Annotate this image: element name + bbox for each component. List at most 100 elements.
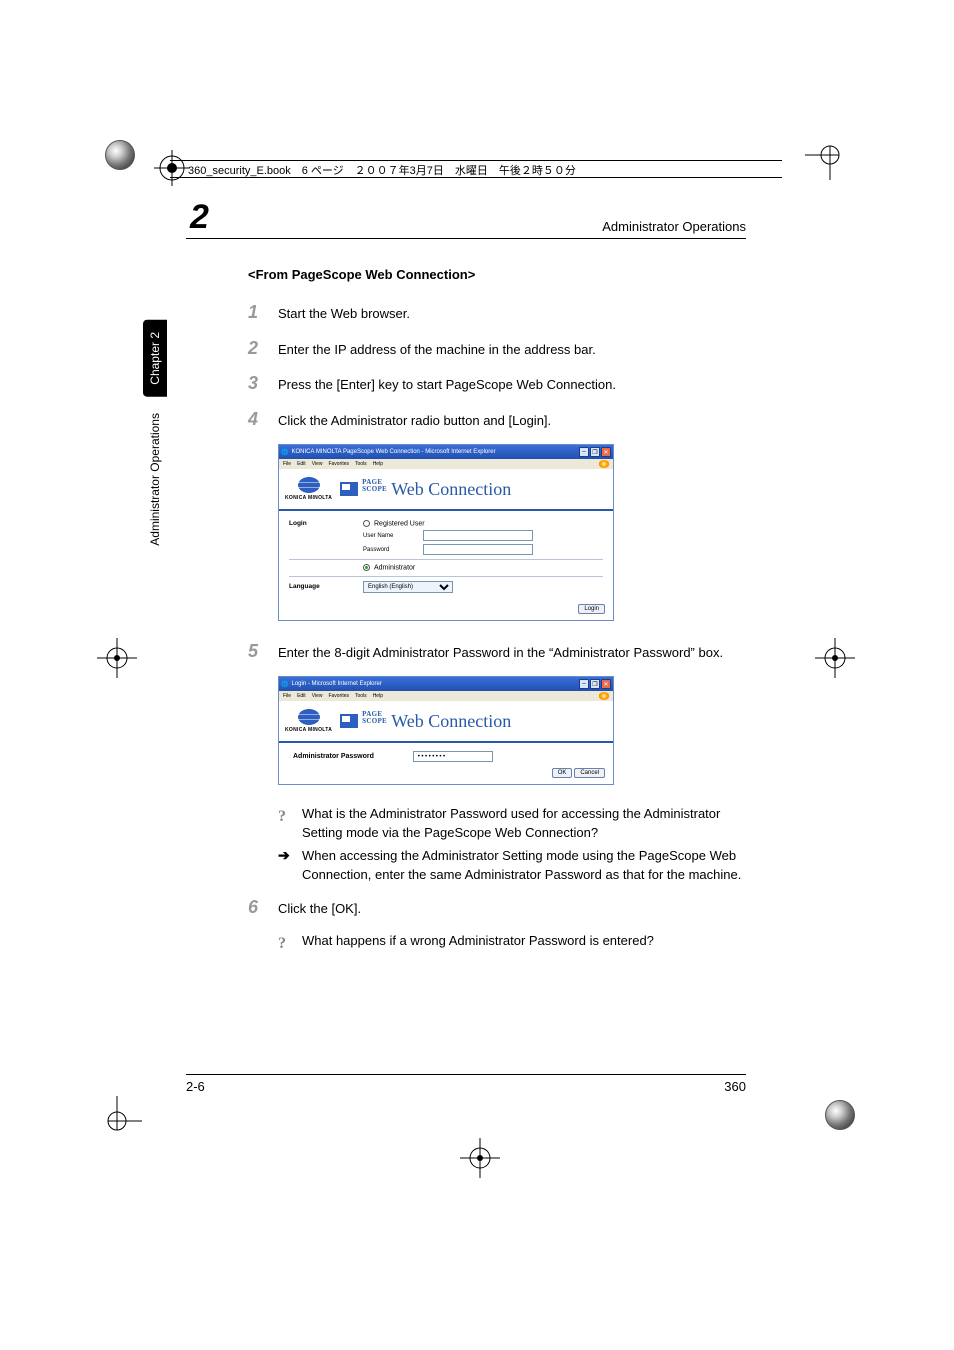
konica-minolta-name: KONICA MINOLTA: [285, 727, 332, 733]
menu-file[interactable]: File: [283, 693, 291, 699]
login-label: Login: [289, 520, 363, 527]
model-number: 360: [724, 1079, 746, 1094]
side-column: Chapter 2 Administrator Operations: [140, 320, 170, 780]
ie-throbber-icon: [599, 692, 609, 700]
step-row: 6 Click the [OK].: [248, 897, 746, 919]
minimize-button[interactable]: –: [579, 447, 589, 457]
chapter-number: 2: [186, 200, 209, 234]
step-text: Enter the 8-digit Administrator Password…: [278, 643, 723, 663]
page-footer: 2-6 360: [186, 1074, 746, 1094]
menu-help[interactable]: Help: [373, 461, 383, 467]
administrator-radio[interactable]: [363, 564, 370, 571]
menu-tools[interactable]: Tools: [355, 461, 367, 467]
pagescope-icon: [340, 714, 358, 728]
maximize-button[interactable]: ❐: [590, 679, 600, 689]
menu-edit[interactable]: Edit: [297, 693, 306, 699]
note-question: ? What happens if a wrong Administrator …: [278, 932, 746, 955]
corner-ball-icon: [105, 140, 135, 170]
section-heading: <From PageScope Web Connection>: [248, 267, 746, 282]
arrow-right-icon: ➔: [278, 847, 294, 885]
ok-button[interactable]: OK: [552, 768, 573, 778]
administrator-label: Administrator: [374, 565, 415, 572]
screenshot-admin-password: 🌐Login - Microsoft Internet Explorer – ❐…: [278, 676, 746, 785]
side-title: Administrator Operations: [148, 413, 162, 546]
username-label: User Name: [363, 533, 423, 539]
maximize-button[interactable]: ❐: [590, 447, 600, 457]
login-button[interactable]: Login: [578, 604, 605, 614]
note-question: ? What is the Administrator Password use…: [278, 805, 746, 843]
running-head: 2 Administrator Operations: [186, 200, 746, 239]
step-text: Start the Web browser.: [278, 304, 410, 324]
step-row: 4 Click the Administrator radio button a…: [248, 409, 746, 431]
registered-user-radio[interactable]: [363, 520, 370, 527]
step-number: 2: [248, 338, 278, 359]
corner-ball-icon: [825, 1100, 855, 1130]
window-titlebar: 🌐KONICA MINOLTA PageScope Web Connection…: [279, 445, 613, 459]
screenshot-login: 🌐KONICA MINOLTA PageScope Web Connection…: [278, 444, 746, 621]
registration-mark-icon: [97, 638, 137, 678]
header-target-icon: [154, 150, 190, 191]
step-text: Click the [OK].: [278, 899, 361, 919]
window-title-text: KONICA MINOLTA PageScope Web Connection …: [291, 449, 495, 455]
minimize-button[interactable]: –: [579, 679, 589, 689]
pagescope-title: PAGESCOPE Web Connection: [362, 479, 511, 500]
chapter-tab: Chapter 2: [143, 320, 167, 397]
menu-edit[interactable]: Edit: [297, 461, 306, 467]
ie-menubar[interactable]: File Edit View Favorites Tools Help: [279, 459, 613, 469]
cancel-button[interactable]: Cancel: [574, 768, 605, 778]
menu-favorites[interactable]: Favorites: [328, 461, 349, 467]
step-number: 4: [248, 409, 278, 430]
close-button[interactable]: ✕: [601, 447, 611, 457]
step-text: Click the Administrator radio button and…: [278, 411, 551, 431]
menu-favorites[interactable]: Favorites: [328, 693, 349, 699]
language-select[interactable]: English (English): [363, 581, 453, 593]
password-input[interactable]: [423, 544, 533, 555]
konica-minolta-name: KONICA MINOLTA: [285, 495, 332, 501]
registered-user-label: Registered User: [374, 520, 425, 527]
close-button[interactable]: ✕: [601, 679, 611, 689]
step-number: 6: [248, 897, 278, 918]
konica-minolta-logo-icon: [298, 477, 320, 493]
note-text: When accessing the Administrator Setting…: [302, 847, 746, 885]
admin-password-label: Administrator Password: [293, 753, 413, 760]
pagescope-banner: KONICA MINOLTA PAGESCOPE Web Connection: [279, 469, 613, 511]
password-label: Password: [363, 547, 423, 553]
note-text: What is the Administrator Password used …: [302, 805, 746, 843]
step-text: Enter the IP address of the machine in t…: [278, 340, 596, 360]
menu-view[interactable]: View: [312, 693, 323, 699]
konica-minolta-logo-icon: [298, 709, 320, 725]
username-input[interactable]: [423, 530, 533, 541]
note-answer: ➔ When accessing the Administrator Setti…: [278, 847, 746, 885]
menu-help[interactable]: Help: [373, 693, 383, 699]
pagescope-title: PAGESCOPE Web Connection: [362, 711, 511, 732]
step-number: 1: [248, 302, 278, 323]
step-row: 2 Enter the IP address of the machine in…: [248, 338, 746, 360]
question-mark-icon: ?: [278, 805, 294, 843]
menu-file[interactable]: File: [283, 461, 291, 467]
pagescope-icon: [340, 482, 358, 496]
ie-throbber-icon: [599, 460, 609, 468]
admin-password-input[interactable]: [413, 751, 493, 762]
step-row: 5 Enter the 8-digit Administrator Passwo…: [248, 641, 746, 663]
question-mark-icon: ?: [278, 932, 294, 955]
running-head-title: Administrator Operations: [602, 219, 746, 234]
menu-tools[interactable]: Tools: [355, 693, 367, 699]
note-text: What happens if a wrong Administrator Pa…: [302, 932, 654, 955]
crop-mark-icon: [92, 1096, 142, 1146]
window-titlebar: 🌐Login - Microsoft Internet Explorer – ❐…: [279, 677, 613, 691]
ie-icon: 🌐: [281, 681, 288, 688]
language-label: Language: [289, 583, 363, 590]
ie-menubar[interactable]: File Edit View Favorites Tools Help: [279, 691, 613, 701]
step-row: 3 Press the [Enter] key to start PageSco…: [248, 373, 746, 395]
menu-view[interactable]: View: [312, 461, 323, 467]
page-content: 2 Administrator Operations <From PageSco…: [186, 200, 746, 955]
step-number: 5: [248, 641, 278, 662]
ie-icon: 🌐: [281, 449, 288, 456]
page-number: 2-6: [186, 1079, 205, 1094]
step-row: 1 Start the Web browser.: [248, 302, 746, 324]
step-number: 3: [248, 373, 278, 394]
doc-source-text: 360_security_E.book 6 ページ ２００７年3月7日 水曜日 …: [188, 165, 576, 177]
registration-mark-icon: [815, 638, 855, 678]
doc-source-header: 360_security_E.book 6 ページ ２００７年3月7日 水曜日 …: [170, 160, 782, 178]
pagescope-banner: KONICA MINOLTA PAGESCOPE Web Connection: [279, 701, 613, 743]
